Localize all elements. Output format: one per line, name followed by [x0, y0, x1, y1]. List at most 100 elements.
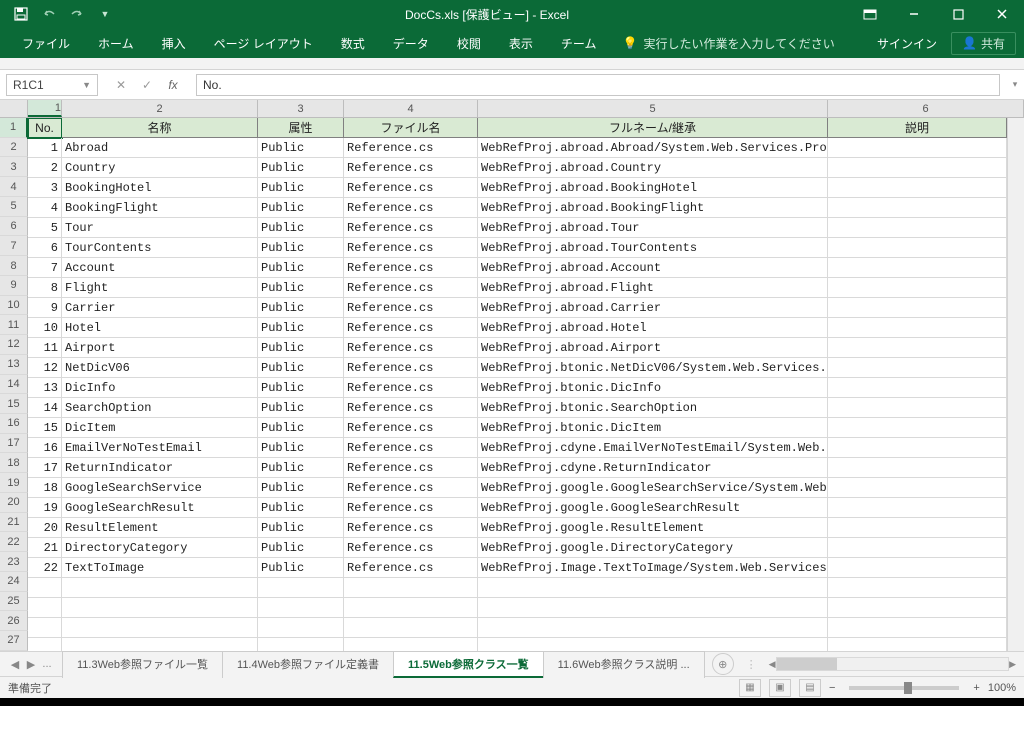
row-header[interactable]: 7	[0, 236, 28, 256]
cell[interactable]: Reference.cs	[344, 558, 478, 578]
cell[interactable]: Public	[258, 178, 344, 198]
cell[interactable]	[478, 638, 828, 651]
cell[interactable]: WebRefProj.abroad.Tour	[478, 218, 828, 238]
cell[interactable]	[828, 498, 1007, 518]
cell[interactable]	[828, 138, 1007, 158]
row-header[interactable]: 21	[0, 513, 28, 533]
maximize-button[interactable]	[936, 0, 980, 28]
tab-first-icon[interactable]: ◀	[8, 658, 22, 671]
cell[interactable]: WebRefProj.google.ResultElement	[478, 518, 828, 538]
cell[interactable]	[478, 618, 828, 638]
cell[interactable]	[478, 578, 828, 598]
cell[interactable]	[828, 458, 1007, 478]
cell[interactable]: WebRefProj.btonic.DicItem	[478, 418, 828, 438]
cell[interactable]: Reference.cs	[344, 158, 478, 178]
cell[interactable]	[828, 558, 1007, 578]
cell[interactable]: Public	[258, 138, 344, 158]
cell[interactable]: WebRefProj.cdyne.EmailVerNoTestEmail/Sys…	[478, 438, 828, 458]
cell[interactable]	[828, 618, 1007, 638]
cell[interactable]	[828, 398, 1007, 418]
name-box[interactable]: R1C1 ▼	[6, 74, 98, 96]
col-header[interactable]: 5	[478, 100, 828, 117]
cell[interactable]: 10	[28, 318, 62, 338]
cell[interactable]	[828, 158, 1007, 178]
cell[interactable]: 13	[28, 378, 62, 398]
cell[interactable]: Reference.cs	[344, 298, 478, 318]
cell[interactable]: WebRefProj.google.GoogleSearchResult	[478, 498, 828, 518]
vertical-scrollbar[interactable]	[1007, 118, 1024, 651]
redo-button[interactable]	[64, 2, 90, 26]
cell[interactable]	[28, 638, 62, 651]
row-header[interactable]: 19	[0, 473, 28, 493]
cancel-formula-icon[interactable]: ✕	[110, 78, 132, 92]
cell[interactable]	[828, 478, 1007, 498]
cell[interactable]: Reference.cs	[344, 258, 478, 278]
cell[interactable]: WebRefProj.abroad.Account	[478, 258, 828, 278]
cell[interactable]: Reference.cs	[344, 138, 478, 158]
cell[interactable]: Flight	[62, 278, 258, 298]
cell[interactable]: Public	[258, 218, 344, 238]
chevron-down-icon[interactable]: ▼	[82, 80, 91, 90]
cell[interactable]: 18	[28, 478, 62, 498]
cell[interactable]: WebRefProj.Image.TextToImage/System.Web.…	[478, 558, 828, 578]
cell[interactable]: EmailVerNoTestEmail	[62, 438, 258, 458]
cell[interactable]: Public	[258, 158, 344, 178]
cell[interactable]	[28, 598, 62, 618]
cell[interactable]: GoogleSearchResult	[62, 498, 258, 518]
cell[interactable]: Public	[258, 358, 344, 378]
cell[interactable]	[62, 578, 258, 598]
row-header[interactable]: 23	[0, 552, 28, 572]
cell[interactable]: Public	[258, 458, 344, 478]
tab-formulas[interactable]: 数式	[327, 28, 379, 58]
cell[interactable]: WebRefProj.abroad.Airport	[478, 338, 828, 358]
cell[interactable]	[828, 578, 1007, 598]
row-header[interactable]: 20	[0, 493, 28, 513]
cell[interactable]: 8	[28, 278, 62, 298]
row-header[interactable]: 8	[0, 256, 28, 276]
cell[interactable]	[478, 598, 828, 618]
tell-me-search[interactable]: 💡 実行したい作業を入力してください	[622, 35, 834, 52]
zoom-slider[interactable]	[849, 686, 959, 690]
col-header[interactable]: 3	[258, 100, 344, 117]
cell[interactable]: ReturnIndicator	[62, 458, 258, 478]
cell[interactable]	[28, 578, 62, 598]
fx-icon[interactable]: fx	[162, 78, 184, 92]
cell[interactable]	[828, 238, 1007, 258]
cell[interactable]: Public	[258, 398, 344, 418]
cell[interactable]: 22	[28, 558, 62, 578]
cell[interactable]: WebRefProj.abroad.Flight	[478, 278, 828, 298]
cell[interactable]: No.	[28, 118, 62, 138]
cell[interactable]: WebRefProj.abroad.Country	[478, 158, 828, 178]
sheet-tab[interactable]: 11.4Web参照ファイル定義書	[222, 651, 394, 678]
cell[interactable]: Reference.cs	[344, 318, 478, 338]
cell[interactable]: WebRefProj.btonic.DicInfo	[478, 378, 828, 398]
col-header[interactable]: 4	[344, 100, 478, 117]
cell[interactable]: Reference.cs	[344, 198, 478, 218]
cell[interactable]: WebRefProj.google.GoogleSearchService/Sy…	[478, 478, 828, 498]
cell[interactable]: BookingHotel	[62, 178, 258, 198]
col-header[interactable]: 6	[828, 100, 1024, 117]
cell[interactable]: WebRefProj.cdyne.ReturnIndicator	[478, 458, 828, 478]
cell[interactable]: Airport	[62, 338, 258, 358]
cell[interactable]	[828, 318, 1007, 338]
cell[interactable]: 20	[28, 518, 62, 538]
tab-nav[interactable]: ◀ ▶ ...	[0, 658, 62, 671]
cell[interactable]: NetDicV06	[62, 358, 258, 378]
cell[interactable]	[828, 278, 1007, 298]
cell[interactable]: Reference.cs	[344, 178, 478, 198]
cell[interactable]	[258, 618, 344, 638]
col-header[interactable]: 2	[62, 100, 258, 117]
tab-insert[interactable]: 挿入	[148, 28, 200, 58]
cell[interactable]: WebRefProj.abroad.BookingHotel	[478, 178, 828, 198]
cell[interactable]: Account	[62, 258, 258, 278]
cell[interactable]: 2	[28, 158, 62, 178]
cell[interactable]	[828, 198, 1007, 218]
cell[interactable]: 6	[28, 238, 62, 258]
cell[interactable]: Reference.cs	[344, 538, 478, 558]
row-header[interactable]: 1	[0, 118, 28, 138]
cell[interactable]	[828, 538, 1007, 558]
cells-area[interactable]: No.名称属性ファイル名フルネーム/継承説明1AbroadPublicRefer…	[28, 118, 1007, 651]
cell[interactable]: 19	[28, 498, 62, 518]
cell[interactable]: 17	[28, 458, 62, 478]
cell[interactable]	[258, 578, 344, 598]
